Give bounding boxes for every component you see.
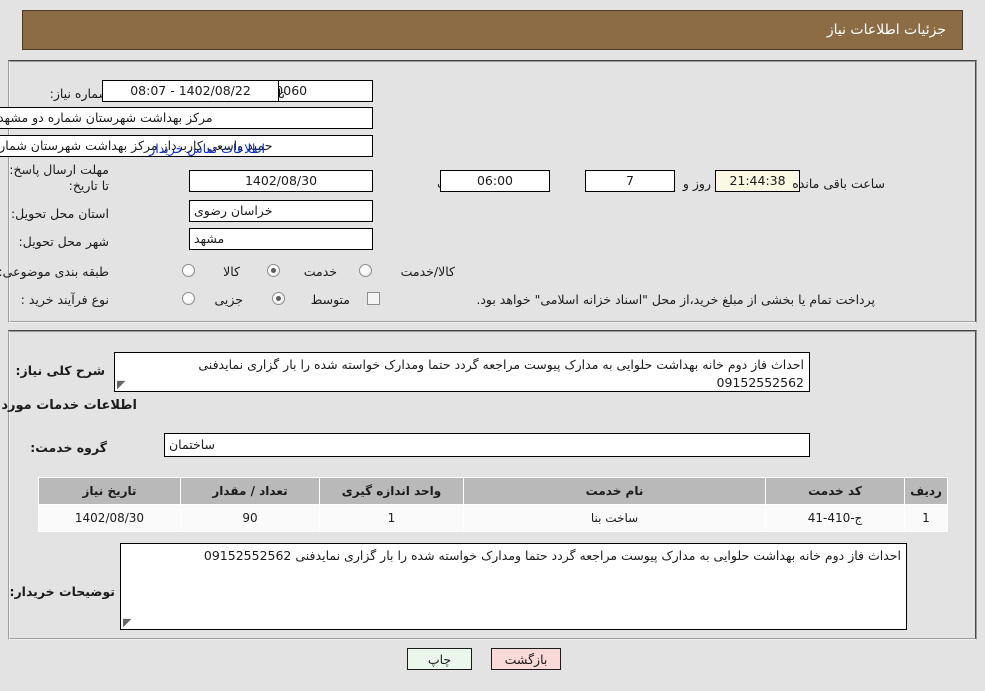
radio-process-motavaset-label: متوسط: [310, 292, 350, 307]
province-field[interactable]: خراسان رضوی: [189, 200, 373, 222]
city-label: شهر محل تحویل:: [18, 234, 109, 249]
radio-process-motavaset[interactable]: [272, 292, 285, 305]
cell-unit: 1: [319, 504, 464, 532]
radio-category-kala-label: کالا: [223, 264, 240, 279]
cell-date: 1402/08/30: [38, 504, 181, 532]
response-deadline-label: مهلت ارسال پاسخ: تا تاریخ:: [9, 162, 109, 193]
buyer-org-field[interactable]: مرکز بهداشت شهرستان شماره دو مشهد: [0, 107, 373, 129]
radio-process-jozei-label: جزیی: [214, 292, 243, 307]
page-root: AnaTender.net جزئیات اطلاعات نیاز شماره …: [0, 0, 985, 691]
cell-radif: 1: [904, 504, 948, 532]
table-row: 1 ج-410-41 ساخت بنا 1 90 1402/08/30: [38, 504, 948, 532]
deadline-hour-field[interactable]: 06:00: [440, 170, 550, 192]
resize-grip-icon[interactable]: ◥: [117, 378, 127, 391]
buyer-notes-textarea[interactable]: احداث فاز دوم خانه بهداشت حلوایی به مدار…: [120, 543, 907, 630]
buyer-notes-label: توضیحات خریدار:: [9, 584, 115, 599]
th-date: تاریخ نیاز: [38, 477, 181, 505]
page-header: جزئیات اطلاعات نیاز: [22, 10, 963, 50]
th-code: کد خدمت: [765, 477, 905, 505]
service-group-label: گروه خدمت:: [30, 440, 107, 455]
radio-category-khedmat-label: خدمت: [303, 264, 337, 279]
print-button[interactable]: چاپ: [407, 648, 472, 670]
services-info-heading: اطلاعات خدمات مورد نیاز: [0, 398, 137, 413]
remaining-hours-label: ساعت باقی مانده: [792, 176, 885, 191]
th-name: نام خدمت: [463, 477, 766, 505]
back-button[interactable]: بازگشت: [491, 648, 561, 670]
services-table: ردیف کد خدمت نام خدمت واحد اندازه گیری ت…: [38, 477, 948, 532]
announce-datetime-field[interactable]: 1402/08/22 - 08:07: [102, 80, 279, 102]
page-title: جزئیات اطلاعات نیاز: [826, 22, 946, 38]
general-description-textarea[interactable]: احداث فاز دوم خانه بهداشت حلوایی به مدار…: [114, 352, 810, 392]
countdown-timer-field: 21:44:38: [715, 170, 800, 192]
resize-grip-icon-2[interactable]: ◥: [123, 616, 133, 629]
buyer-contact-link[interactable]: اطلاعات تماس خریدار: [149, 141, 265, 156]
radio-category-kala-khedmat-label: کالا/خدمت: [400, 264, 455, 279]
table-header-row: ردیف کد خدمت نام خدمت واحد اندازه گیری ت…: [38, 477, 948, 505]
general-description-label: شرح کلی نیاز:: [15, 363, 105, 378]
cell-code: ج-410-41: [765, 504, 905, 532]
radio-process-jozei[interactable]: [182, 292, 195, 305]
process-type-label: نوع فرآیند خرید :: [20, 292, 109, 307]
cell-qty: 90: [180, 504, 320, 532]
remaining-days-field[interactable]: 7: [585, 170, 675, 192]
cell-name: ساخت بنا: [463, 504, 766, 532]
radio-category-kala-khedmat[interactable]: [359, 264, 372, 277]
days-label: روز و: [682, 176, 711, 191]
category-label: طبقه بندی موضوعی:: [0, 264, 109, 279]
treasury-bonds-checkbox[interactable]: [367, 292, 380, 305]
province-label: استان محل تحویل:: [10, 206, 109, 221]
city-field[interactable]: مشهد: [189, 228, 373, 250]
th-qty: تعداد / مقدار: [180, 477, 320, 505]
deadline-date-field[interactable]: 1402/08/30: [189, 170, 373, 192]
service-group-field[interactable]: ساختمان: [164, 433, 810, 457]
th-unit: واحد اندازه گیری: [319, 477, 464, 505]
need-number-label: شماره نیاز:: [49, 86, 109, 101]
general-description-value: احداث فاز دوم خانه بهداشت حلوایی به مدار…: [198, 357, 804, 390]
radio-category-kala[interactable]: [182, 264, 195, 277]
radio-category-khedmat[interactable]: [267, 264, 280, 277]
th-radif: ردیف: [904, 477, 948, 505]
treasury-bonds-label: پرداخت تمام یا بخشی از مبلغ خرید،از محل …: [476, 292, 875, 307]
buyer-notes-value: احداث فاز دوم خانه بهداشت حلوایی به مدار…: [203, 548, 901, 563]
